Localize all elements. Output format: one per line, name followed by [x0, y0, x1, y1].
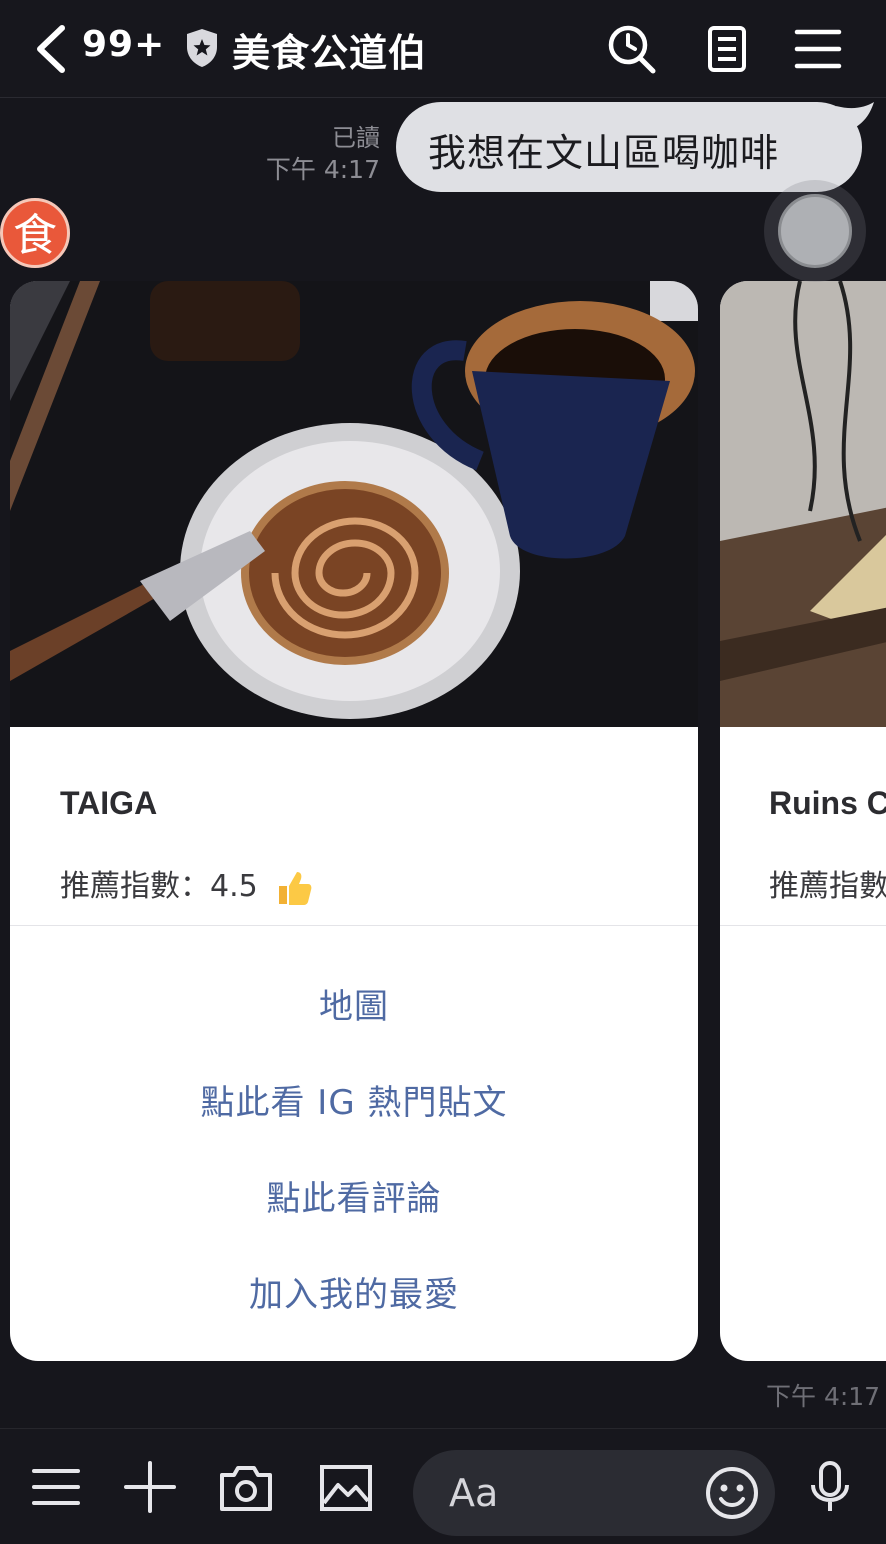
chat-screen: 99+ 美食公道伯 已讀 下午 4:17 我想在文山區喝咖啡 食 TAIGA 推… — [0, 0, 886, 1544]
card-divider-2 — [720, 925, 886, 926]
food-photo — [10, 281, 698, 727]
floating-button-inner[interactable] — [778, 194, 852, 268]
chat-header: 99+ 美食公道伯 — [0, 0, 886, 98]
plus-icon[interactable] — [122, 1459, 178, 1515]
reviews-button[interactable]: 點此看評論 — [10, 1171, 698, 1220]
received-timestamp: 下午 4:17 — [766, 1382, 881, 1411]
read-receipt: 已讀 — [332, 124, 380, 152]
add-favorite-button[interactable]: 加入我的最愛 — [10, 1267, 698, 1316]
rating-text: 推薦指數：4.5 — [60, 869, 258, 904]
input-toolbar — [0, 1428, 886, 1544]
restaurant-card[interactable]: TAIGA 推薦指數：4.5 地圖 點此看 IG 熱門貼文 點此看評論 加入我的… — [10, 281, 698, 1361]
thumbs-up-icon — [279, 871, 312, 905]
sent-message-bubble[interactable]: 我想在文山區喝咖啡 — [396, 102, 862, 192]
sent-timestamp: 下午 4:17 — [265, 155, 380, 184]
search-clock-icon[interactable] — [604, 22, 660, 76]
chat-title[interactable]: 美食公道伯 — [232, 22, 427, 77]
card-divider — [10, 925, 698, 926]
restaurant-name-2: Ruins C — [769, 785, 886, 821]
hamburger-icon[interactable] — [28, 1459, 84, 1515]
restaurant-card-2[interactable]: Ruins C 推薦指數 — [720, 281, 886, 1361]
hamburger-icon[interactable] — [790, 22, 846, 76]
notes-icon[interactable] — [700, 22, 756, 76]
map-button[interactable]: 地圖 — [10, 979, 698, 1028]
food-photo-2 — [720, 281, 886, 727]
ig-posts-button[interactable]: 點此看 IG 熱門貼文 — [10, 1075, 698, 1124]
chevron-left-icon[interactable] — [28, 22, 72, 76]
unread-count[interactable]: 99+ — [82, 24, 165, 65]
recommendation-score-2: 推薦指數 — [769, 869, 886, 904]
recommendation-score: 推薦指數：4.5 — [60, 861, 313, 908]
shield-icon — [187, 29, 217, 67]
camera-icon[interactable] — [218, 1459, 274, 1515]
restaurant-name: TAIGA — [60, 785, 158, 821]
bot-avatar[interactable]: 食 — [0, 198, 70, 268]
image-icon[interactable] — [318, 1459, 374, 1515]
emoji-icon[interactable] — [704, 1465, 760, 1521]
mic-icon[interactable] — [802, 1459, 858, 1515]
